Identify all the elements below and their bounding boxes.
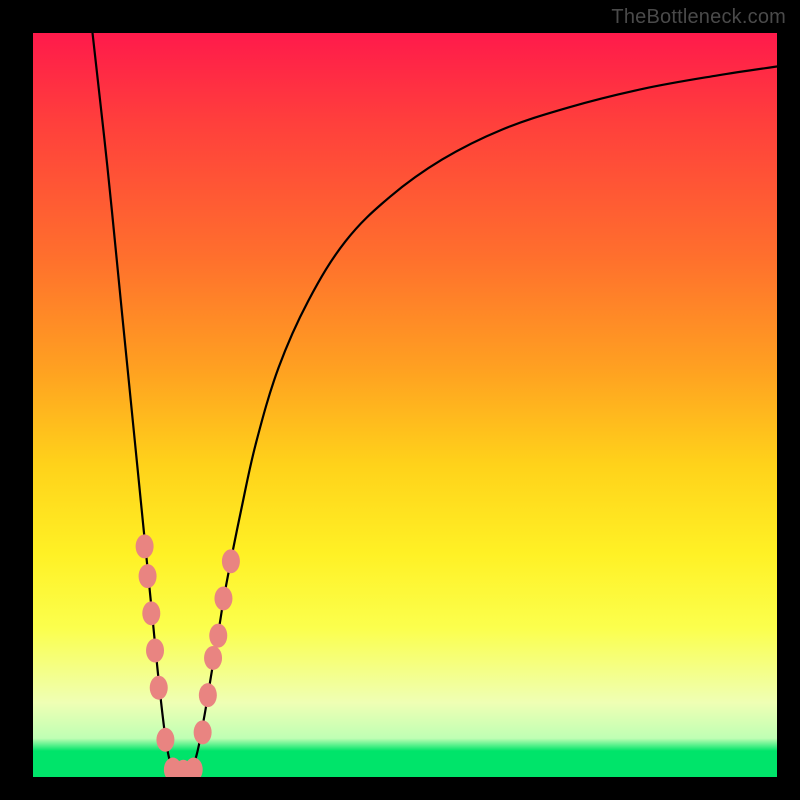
marker-point: [199, 683, 217, 707]
bottleneck-curve: [93, 33, 777, 775]
marker-point: [139, 564, 157, 588]
marker-point: [136, 534, 154, 558]
marker-point: [150, 676, 168, 700]
highlighted-points: [136, 534, 240, 777]
marker-point: [146, 639, 164, 663]
curve-layer: [33, 33, 777, 777]
marker-point: [209, 624, 227, 648]
marker-point: [222, 549, 240, 573]
watermark-text: TheBottleneck.com: [611, 6, 786, 29]
marker-point: [214, 586, 232, 610]
marker-point: [204, 646, 222, 670]
plot-area: [33, 33, 777, 777]
chart-frame: TheBottleneck.com: [0, 0, 800, 800]
marker-point: [185, 758, 203, 777]
marker-point: [194, 720, 212, 744]
marker-point: [142, 601, 160, 625]
marker-point: [156, 728, 174, 752]
